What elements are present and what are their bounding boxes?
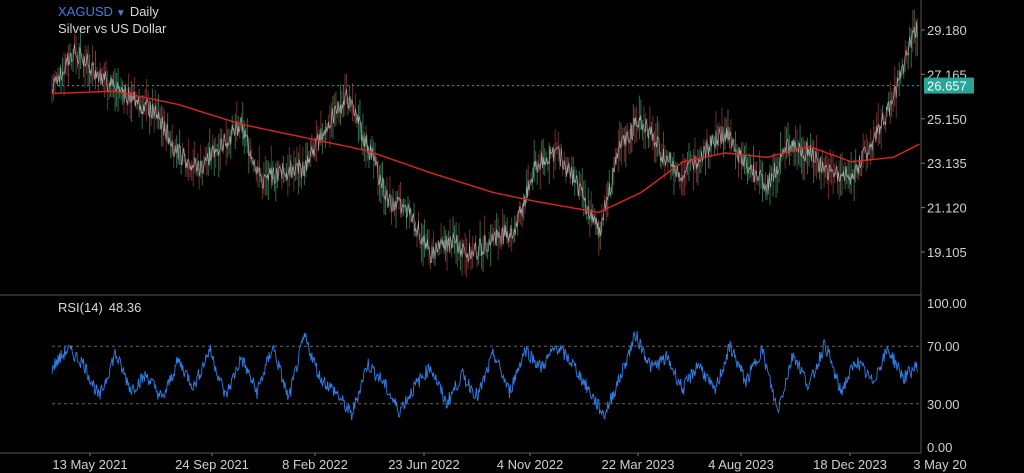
time-axis-label: 13 May 2021 <box>52 457 127 472</box>
rsi-axis-tick-label: 70.00 <box>927 339 960 354</box>
price-axis-tick-label: 25.150 <box>927 112 967 127</box>
caret-down-icon[interactable]: ▼ <box>116 8 126 19</box>
rsi-indicator-header: RSI(14) 48.36 <box>58 300 141 315</box>
rsi-axis-tick-label: 0.00 <box>927 440 952 455</box>
price-axis-tick-label: 23.135 <box>927 156 967 171</box>
symbol-name[interactable]: XAGUSD <box>58 4 113 19</box>
timeframe-label[interactable]: Daily <box>130 4 159 19</box>
time-axis-label: 8 Feb 2022 <box>282 457 348 472</box>
rsi-series-line[interactable] <box>51 330 918 421</box>
rsi-axis-tick-label: 100.00 <box>927 296 967 311</box>
price-chart[interactable]: 29.18027.16525.15023.13521.12019.10526.6… <box>0 0 1024 473</box>
time-axis-label: 24 Sep 2021 <box>175 457 249 472</box>
chart-area[interactable]: 29.180 27.165 25.150 23.135 21.120 19.105 26.6… <box>0 0 1024 473</box>
price-axis-tick-label: 21.120 <box>927 201 967 216</box>
rsi-current-value: 48.36 <box>108 300 142 315</box>
price-axis-tick-label: 29.180 <box>927 23 967 38</box>
time-axis-label: 18 Dec 2023 <box>813 457 887 472</box>
time-axis-label: 4 Nov 2022 <box>497 457 564 472</box>
time-axis-label: 22 Mar 2023 <box>602 457 675 472</box>
price-axis-tick-label: 19.105 <box>927 245 967 260</box>
time-axis-label: 3 May 20 <box>913 457 966 472</box>
rsi-axis-tick-label: 30.00 <box>927 397 960 412</box>
symbol-description: Silver vs US Dollar <box>58 21 167 36</box>
moving-average-line[interactable] <box>51 90 920 213</box>
time-axis-label: 23 Jun 2022 <box>388 457 460 472</box>
current-price-value: 26.657 <box>927 79 967 94</box>
rsi-indicator-name: RSI(14) <box>58 300 103 315</box>
symbol-header: XAGUSD ▼ Daily <box>58 4 159 19</box>
time-axis-label: 4 Aug 2023 <box>708 457 774 472</box>
